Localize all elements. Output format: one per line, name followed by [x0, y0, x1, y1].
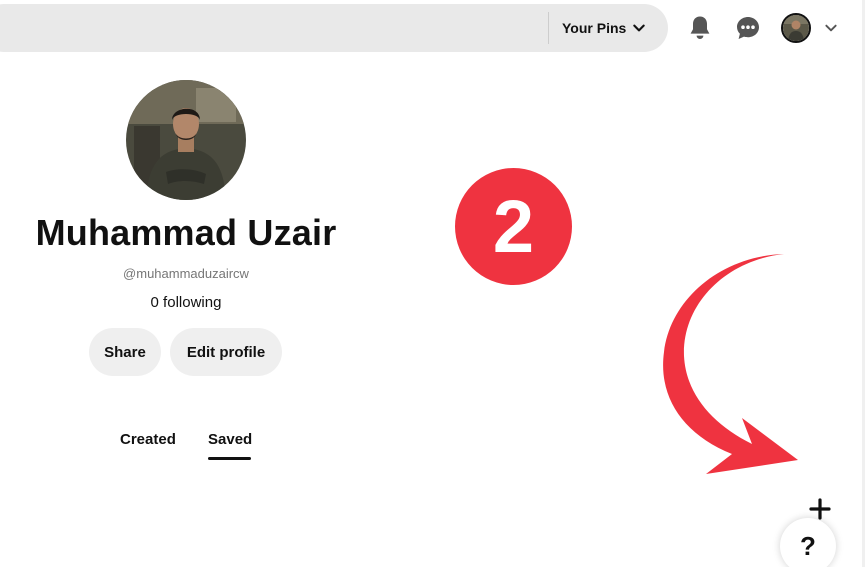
share-button[interactable]: Share	[89, 328, 161, 376]
profile-handle: @muhammaduzaircw	[123, 266, 249, 281]
edit-profile-button[interactable]: Edit profile	[170, 328, 282, 376]
curved-arrow-icon	[663, 254, 798, 474]
bell-icon	[690, 16, 710, 39]
help-button[interactable]: ?	[780, 518, 836, 567]
tab-saved[interactable]: Saved	[208, 431, 252, 448]
step-number-badge: 2	[455, 168, 572, 285]
profile-avatar	[126, 80, 246, 200]
messages-button[interactable]	[732, 12, 764, 44]
your-pins-menu[interactable]: Your Pins	[562, 12, 646, 44]
tab-created[interactable]: Created	[120, 431, 176, 448]
active-tab-indicator	[208, 457, 251, 460]
search-divider	[548, 12, 549, 44]
chevron-down-icon	[633, 24, 646, 32]
chat-icon	[737, 17, 759, 39]
plus-icon	[809, 498, 831, 520]
profile-name: Muhammad Uzair	[35, 212, 337, 253]
nav-avatar[interactable]	[781, 13, 811, 43]
notifications-button[interactable]	[684, 12, 716, 44]
your-pins-label: Your Pins	[562, 20, 627, 36]
account-menu-button[interactable]	[820, 17, 842, 39]
chevron-down-icon	[825, 24, 837, 32]
following-count[interactable]: 0 following	[0, 294, 372, 311]
